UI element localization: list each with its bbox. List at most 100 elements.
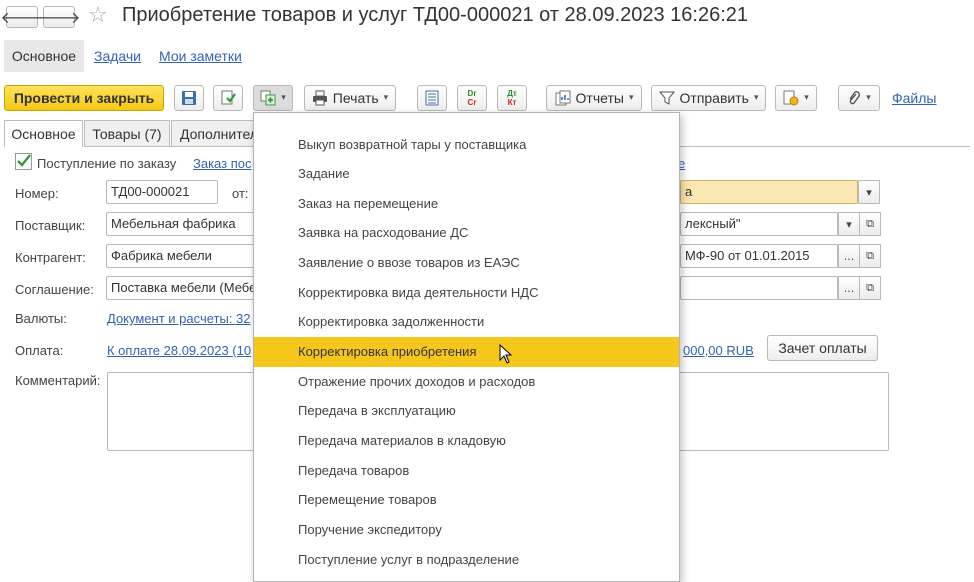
agreement-field[interactable]: Поставка мебели (Мебе (106, 276, 254, 300)
menu-item[interactable]: Поступление услуг в подразделение (254, 544, 679, 574)
dt-cr-icon: Dr Cr (468, 89, 477, 107)
warehouse-dropdown[interactable]: ▾ (838, 212, 860, 236)
chevron-down-icon: ▾ (846, 217, 852, 231)
organization-dropdown[interactable]: ▾ (858, 180, 880, 204)
open-window-icon: ⧉ (866, 217, 874, 230)
menu-item[interactable]: Передача в эксплуатацию (254, 396, 679, 426)
menu-item[interactable]: Выкуп возвратной тары у поставщика (254, 129, 679, 159)
warehouse-open-button[interactable]: ⧉ (859, 212, 881, 236)
post-and-close-button[interactable]: Провести и закрыть (4, 85, 164, 111)
dt-kt-top: Дт (507, 89, 517, 98)
tab-extra[interactable]: Дополнител (171, 120, 261, 146)
payment-amount-link[interactable]: 000,00 RUB (683, 343, 754, 358)
send-button[interactable]: Отправить ▾ (651, 85, 766, 111)
arrow-right-icon: 🡒 (37, 8, 81, 27)
open-window-icon: ⧉ (866, 249, 874, 262)
menu-item[interactable]: Задание (254, 159, 679, 189)
reports-button[interactable]: Отчеты ▾ (546, 85, 642, 111)
forward-button[interactable]: 🡒 (38, 6, 80, 28)
print-button[interactable]: Печать ▾ (304, 85, 396, 111)
order-link[interactable]: Заказ пос (193, 156, 251, 171)
payment-link[interactable]: К оплате 28.09.2023 (10 (107, 343, 251, 358)
payment-label: Оплата: (15, 343, 64, 358)
by-order-checkbox[interactable] (15, 153, 32, 170)
tab-main[interactable]: Основное (4, 120, 83, 147)
back-button[interactable]: 🡐 (1, 6, 43, 28)
supplier-field[interactable]: Мебельная фабрика (106, 212, 254, 236)
favorite-star-icon[interactable]: ☆ (88, 3, 108, 28)
menu-item[interactable]: Заявка на расходование ДС (254, 218, 679, 248)
menu-item[interactable]: Корректировка задолженности (254, 307, 679, 337)
chevron-down-icon: ▾ (628, 93, 634, 103)
dt-cr-top: Dr (467, 89, 477, 98)
reports-label: Отчеты (575, 90, 624, 106)
printer-icon (312, 90, 327, 106)
warehouse-field[interactable]: лексный" (680, 212, 838, 236)
floppy-disk-icon (182, 91, 196, 105)
create-based-on-menu: Выкуп возвратной тары у поставщика Задани… (253, 112, 680, 582)
contract-open-button[interactable]: ⧉ (859, 244, 881, 268)
post-document-icon (221, 90, 236, 105)
topnav-notes[interactable]: Мои заметки (159, 48, 242, 64)
chevron-down-icon: ▾ (866, 93, 871, 103)
menu-item[interactable]: Перемещение товаров (254, 485, 679, 515)
from-label: от: (232, 186, 249, 201)
menu-item[interactable]: Корректировка вида деятельности НДС (254, 277, 679, 307)
files-link[interactable]: Файлы (892, 90, 936, 106)
chevron-down-icon: ▾ (866, 185, 872, 199)
menu-item[interactable]: Корректировка приобретения (254, 336, 679, 367)
menu-item[interactable]: Передача товаров (254, 455, 679, 485)
create-based-on-button[interactable]: ▾ (253, 85, 293, 111)
supplier-label: Поставщик: (15, 218, 86, 233)
document-clock-icon (783, 90, 799, 106)
attachments-menu-button[interactable]: ▾ (775, 85, 817, 111)
currency-label: Валюты: (15, 311, 67, 326)
menu-item[interactable]: Заказ на перемещение (254, 188, 679, 218)
topnav-tasks[interactable]: Задачи (94, 48, 141, 64)
tab-goods[interactable]: Товары (7) (84, 120, 170, 146)
open-window-icon: ⧉ (866, 281, 874, 294)
menu-item[interactable]: Отражение прочих доходов и расходов (254, 366, 679, 396)
contractor-field[interactable]: Фабрика мебели (106, 244, 254, 268)
dt-kt-bottom: Кт (507, 98, 517, 107)
contract-select-button[interactable]: ... (838, 244, 860, 268)
document-list-icon (425, 90, 439, 106)
offset-payment-label: Зачет оплаты (778, 340, 867, 356)
attach-button[interactable]: ▾ (838, 85, 880, 111)
checkmark-icon (17, 154, 31, 167)
number-field[interactable]: ТД00-000021 (106, 180, 218, 204)
structure-button[interactable] (417, 85, 447, 111)
paperclip-icon (849, 91, 861, 105)
dt-cr-bottom: Cr (467, 98, 477, 107)
contract-field[interactable]: МФ-90 от 01.01.2015 (680, 244, 838, 268)
ellipsis-icon: ... (843, 249, 855, 263)
chevron-down-icon: ▾ (383, 93, 389, 103)
by-order-label: Поступление по заказу (37, 156, 177, 171)
print-label: Печать (332, 90, 379, 106)
menu-item[interactable]: Заявление о ввозе товаров из ЕАЭС (254, 248, 679, 278)
topnav-main[interactable]: Основное (4, 40, 84, 72)
post-and-close-label: Провести и закрыть (13, 90, 155, 106)
dt-cr-button[interactable]: Dr Cr (457, 85, 487, 111)
save-button[interactable] (174, 85, 204, 111)
currency-link[interactable]: Документ и расчеты: 32 (107, 311, 251, 326)
agreement-label: Соглашение: (15, 282, 94, 297)
mouse-cursor-icon (499, 343, 513, 364)
dt-kt-icon: Дт Кт (507, 89, 517, 107)
agreement-select-button[interactable]: ... (838, 276, 860, 300)
send-label: Отправить (679, 90, 749, 106)
dt-kt-button[interactable]: Дт Кт (497, 85, 527, 111)
menu-item[interactable]: Передача материалов в кладовую (254, 426, 679, 456)
chevron-down-icon: ▾ (804, 93, 809, 103)
contractor-label: Контрагент: (15, 250, 86, 265)
chevron-down-icon: ▾ (753, 93, 759, 103)
offset-payment-button[interactable]: Зачет оплаты (767, 335, 878, 361)
menu-item[interactable]: Поручение экспедитору (254, 514, 679, 544)
organization-field[interactable]: а (680, 180, 858, 204)
post-button[interactable] (213, 85, 243, 111)
filter-funnel-icon (658, 91, 675, 105)
agreement-open-button[interactable]: ⧉ (859, 276, 881, 300)
comment-label: Комментарий: (15, 373, 101, 388)
create-based-on-icon (260, 90, 276, 106)
agreement-right-field[interactable] (680, 276, 838, 300)
